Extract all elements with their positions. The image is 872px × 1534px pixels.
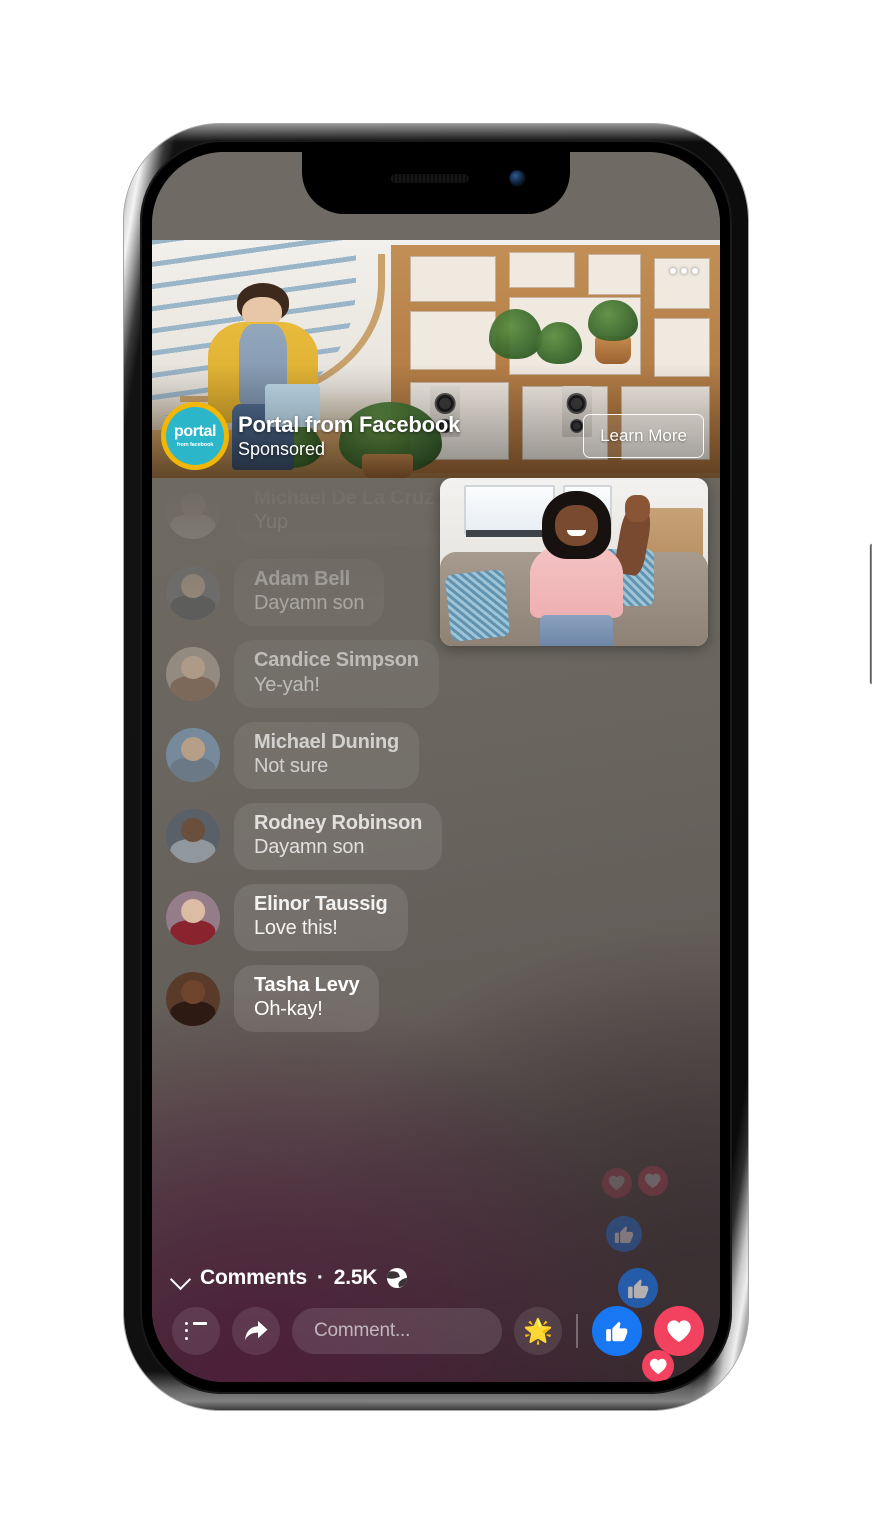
comment-bubble: Michael Duning Not sure	[234, 721, 419, 789]
avatar	[166, 971, 220, 1026]
comment-composer: Comment... 🌟	[172, 1306, 704, 1382]
comment-input-placeholder: Comment...	[314, 1320, 411, 1341]
ad-text-block: Portal from Facebook Sponsored	[238, 412, 583, 460]
avatar	[166, 484, 220, 539]
avatar	[166, 646, 220, 701]
thumbs-up-icon	[606, 1321, 628, 1342]
comment-row[interactable]: Elinor Taussig Love this!	[166, 883, 720, 952]
more-options-button[interactable]	[670, 268, 698, 274]
comments-header[interactable]: Comments · 2.5K	[172, 1266, 704, 1290]
list-icon	[185, 1321, 207, 1340]
comment-text: Not sure	[254, 754, 328, 777]
comment-author: Rodney Robinson	[254, 811, 423, 834]
comment-author: Michael Duning	[254, 730, 399, 753]
comment-bubble: Elinor Taussig Love this!	[234, 883, 408, 952]
comments-count: 2.5K	[333, 1266, 378, 1289]
avatar	[166, 728, 220, 783]
comment-text: Ye-yah!	[254, 673, 320, 696]
comment-author: Adam Bell	[254, 568, 351, 591]
bottom-bar: Comments · 2.5K Comment... 🌟	[152, 1266, 720, 1382]
floating-love-reaction	[638, 1166, 668, 1196]
participants-list-button[interactable]	[172, 1307, 220, 1355]
comment-bubble: Tasha Levy Oh-kay!	[234, 965, 380, 1033]
like-reaction-button[interactable]	[592, 1306, 642, 1356]
phone-device-frame: portal from facebook Portal from Faceboo…	[124, 124, 872, 1410]
avatar	[166, 890, 220, 945]
front-camera-icon	[509, 170, 526, 187]
portal-logo: portal from facebook	[166, 407, 224, 465]
ad-footer: portal from facebook Portal from Faceboo…	[152, 394, 720, 478]
floating-like-reaction	[606, 1216, 642, 1252]
globe-icon	[387, 1268, 408, 1288]
comment-row[interactable]: Rodney Robinson Dayamn son	[166, 802, 720, 870]
heart-icon	[667, 1320, 691, 1343]
screenshot-stage: portal from facebook Portal from Faceboo…	[0, 0, 872, 1534]
comment-author: Tasha Levy	[254, 974, 360, 997]
comments-title: Comments	[200, 1266, 307, 1289]
comment-author: Michael De La Cruz	[254, 487, 434, 509]
comment-bubble: Adam Bell Dayamn son	[234, 559, 385, 627]
effects-button[interactable]: 🌟	[514, 1307, 562, 1355]
floating-love-reaction	[602, 1168, 632, 1198]
sponsored-video[interactable]: portal from facebook Portal from Faceboo…	[152, 240, 720, 478]
watch-party-call-area: Michael De La Cruz Yup Adam Bell Dayamn son…	[152, 478, 720, 1382]
shooting-star-icon: 🌟	[523, 1317, 553, 1345]
ad-brand-name: Portal from Facebook	[238, 412, 461, 437]
avatar	[166, 809, 220, 864]
comment-author: Elinor Taussig	[254, 892, 388, 915]
share-button[interactable]	[232, 1307, 280, 1355]
chevron-down-icon[interactable]	[172, 1269, 190, 1287]
learn-more-button[interactable]: Learn More	[583, 414, 704, 458]
comment-bubble: Michael De La Cruz Yup	[234, 478, 454, 545]
comment-text: Oh-kay!	[254, 998, 323, 1021]
comment-author: Candice Simpson	[254, 649, 419, 672]
comment-text: Love this!	[254, 917, 338, 940]
share-arrow-icon	[245, 1321, 268, 1340]
love-reaction-button[interactable]	[654, 1306, 704, 1356]
ad-sponsored-label: Sponsored	[238, 439, 326, 459]
notch	[302, 152, 570, 214]
phone-screen: portal from facebook Portal from Faceboo…	[152, 152, 720, 1382]
earpiece-speaker-icon	[390, 174, 469, 183]
comment-input[interactable]: Comment...	[292, 1308, 502, 1354]
comment-text: Dayamn son	[254, 592, 365, 615]
portal-logo-subtitle: from facebook	[176, 442, 214, 448]
self-view-person	[528, 491, 654, 646]
avatar	[166, 565, 220, 620]
phone-bezel: portal from facebook Portal from Faceboo…	[140, 140, 732, 1394]
dot	[670, 268, 676, 274]
comment-bubble: Rodney Robinson Dayamn son	[234, 802, 443, 870]
self-view-video[interactable]	[440, 478, 708, 646]
comment-text: Dayamn son	[254, 835, 365, 858]
comment-row[interactable]: Tasha Levy Oh-kay!	[166, 965, 720, 1033]
divider	[576, 1314, 578, 1348]
comment-text: Yup	[254, 511, 288, 534]
comment-row[interactable]: Michael Duning Not sure	[166, 721, 720, 789]
dot	[692, 268, 698, 274]
separator: ·	[316, 1266, 324, 1289]
comment-bubble: Candice Simpson Ye-yah!	[234, 640, 439, 708]
portal-logo-word: portal	[173, 423, 217, 440]
dot	[681, 268, 687, 274]
comment-row[interactable]: Candice Simpson Ye-yah!	[166, 640, 720, 708]
